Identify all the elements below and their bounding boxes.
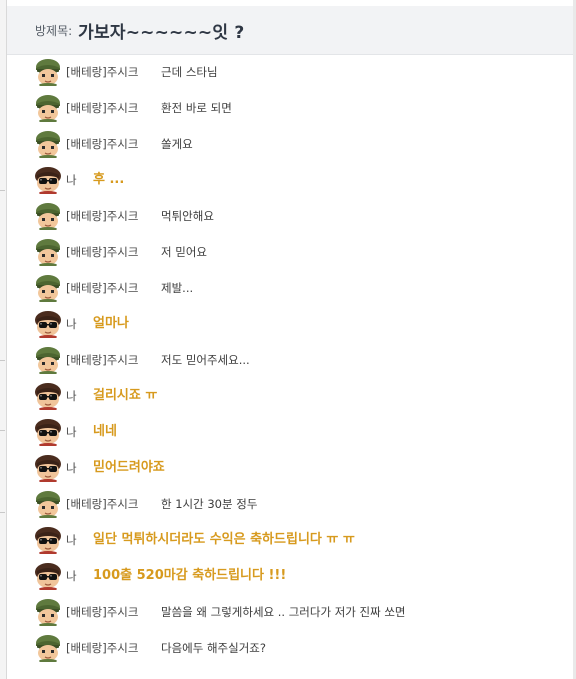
message-sender[interactable]: [배테랑]주시크 bbox=[66, 270, 138, 306]
message-sender[interactable]: [배테랑]주시크 bbox=[66, 486, 138, 522]
message-text: 후 ... bbox=[93, 172, 125, 187]
message-sender[interactable]: [배테랑]주시크 bbox=[66, 630, 138, 666]
message-sender[interactable]: 나 bbox=[66, 378, 77, 414]
other-message: [배테랑]주시크 환전 바로 되면 bbox=[7, 90, 573, 126]
message-sender[interactable]: 나 bbox=[66, 414, 77, 450]
message-text: 제발... bbox=[161, 281, 194, 295]
other-message: [배테랑]주시크 저 믿어요 bbox=[7, 234, 573, 270]
message-sender[interactable]: [배테랑]주시크 bbox=[66, 90, 138, 126]
my-message: 나 일단 먹튀하시더라도 수익은 축하드립니다 ㅠ ㅠ bbox=[7, 522, 573, 558]
sunglasses-avatar-icon[interactable] bbox=[33, 166, 63, 194]
left-edge-mark bbox=[0, 430, 5, 431]
message-text: 쏠게요 bbox=[161, 137, 193, 151]
soldier-avatar-icon[interactable] bbox=[33, 490, 63, 518]
other-message: [배테랑]주시크 다음에두 해주실거죠? bbox=[7, 630, 573, 666]
other-message: [배테랑]주시크 말씀을 왜 그렇게하세요 .. 그러다가 저가 진짜 쏘면 bbox=[7, 594, 573, 630]
other-message: [배테랑]주시크 쏠게요 bbox=[7, 126, 573, 162]
message-sender[interactable]: 나 bbox=[66, 558, 77, 594]
my-message: 나 100출 520마감 축하드립니다 !!! bbox=[7, 558, 573, 594]
message-sender[interactable]: 나 bbox=[66, 162, 77, 198]
sunglasses-avatar-icon[interactable] bbox=[33, 526, 63, 554]
message-text: 100출 520마감 축하드립니다 !!! bbox=[93, 568, 287, 583]
message-text: 먹튀안해요 bbox=[161, 209, 214, 223]
my-message: 나 걸리시죠 ㅠ bbox=[7, 378, 573, 414]
message-text: 한 1시간 30분 정두 bbox=[161, 497, 258, 511]
my-message: 나 얼마나 bbox=[7, 306, 573, 342]
sunglasses-avatar-icon[interactable] bbox=[33, 562, 63, 590]
message-text: 믿어드려야죠 bbox=[93, 460, 165, 475]
message-sender[interactable]: [배테랑]주시크 bbox=[66, 594, 138, 630]
soldier-avatar-icon[interactable] bbox=[33, 346, 63, 374]
soldier-avatar-icon[interactable] bbox=[33, 598, 63, 626]
my-message: 나 네네 bbox=[7, 414, 573, 450]
message-sender[interactable]: [배테랑]주시크 bbox=[66, 342, 138, 378]
other-message: [배테랑]주시크 근데 스타님 bbox=[7, 54, 573, 90]
message-text: 다음에두 해주실거죠? bbox=[161, 641, 266, 655]
room-title: 가보자~~~~~~잇 ? bbox=[78, 22, 245, 43]
other-message: [배테랑]주시크 먹튀안해요 bbox=[7, 198, 573, 234]
message-text: 일단 먹튀하시더라도 수익은 축하드립니다 ㅠ ㅠ bbox=[93, 532, 355, 547]
my-message: 나 후 ... bbox=[7, 162, 573, 198]
message-sender[interactable]: [배테랑]주시크 bbox=[66, 234, 138, 270]
message-text: 얼마나 bbox=[93, 316, 129, 331]
left-edge-mark bbox=[0, 512, 5, 513]
soldier-avatar-icon[interactable] bbox=[33, 58, 63, 86]
message-sender[interactable]: [배테랑]주시크 bbox=[66, 126, 138, 162]
left-edge-mark bbox=[0, 360, 5, 361]
message-text: 말씀을 왜 그렇게하세요 .. 그러다가 저가 진짜 쏘면 bbox=[161, 605, 406, 619]
sunglasses-avatar-icon[interactable] bbox=[33, 382, 63, 410]
message-list: [배테랑]주시크 근데 스타님 [배테랑]주시크 환전 바로 되면 [배테랑]주시크… bbox=[7, 54, 573, 666]
sunglasses-avatar-icon[interactable] bbox=[33, 454, 63, 482]
soldier-avatar-icon[interactable] bbox=[33, 634, 63, 662]
left-panel-edge bbox=[0, 0, 7, 679]
other-message: [배테랑]주시크 저도 믿어주세요... bbox=[7, 342, 573, 378]
my-message: 나 믿어드려야죠 bbox=[7, 450, 573, 486]
soldier-avatar-icon[interactable] bbox=[33, 274, 63, 302]
message-text: 저도 믿어주세요... bbox=[161, 353, 250, 367]
sunglasses-avatar-icon[interactable] bbox=[33, 310, 63, 338]
other-message: [배테랑]주시크 제발... bbox=[7, 270, 573, 306]
message-text: 환전 바로 되면 bbox=[161, 101, 232, 115]
left-edge-mark bbox=[0, 190, 5, 191]
message-text: 걸리시죠 ㅠ bbox=[93, 388, 158, 403]
sunglasses-avatar-icon[interactable] bbox=[33, 418, 63, 446]
message-sender[interactable]: [배테랑]주시크 bbox=[66, 54, 138, 90]
message-sender[interactable]: [배테랑]주시크 bbox=[66, 198, 138, 234]
chat-room-header: 방제목: 가보자~~~~~~잇 ? bbox=[7, 6, 573, 55]
message-sender[interactable]: 나 bbox=[66, 306, 77, 342]
other-message: [배테랑]주시크 한 1시간 30분 정두 bbox=[7, 486, 573, 522]
message-text: 네네 bbox=[93, 424, 117, 439]
message-text: 근데 스타님 bbox=[161, 65, 218, 79]
room-title-label: 방제목: bbox=[35, 23, 73, 38]
soldier-avatar-icon[interactable] bbox=[33, 202, 63, 230]
soldier-avatar-icon[interactable] bbox=[33, 130, 63, 158]
soldier-avatar-icon[interactable] bbox=[33, 238, 63, 266]
message-sender[interactable]: 나 bbox=[66, 450, 77, 486]
soldier-avatar-icon[interactable] bbox=[33, 94, 63, 122]
message-text: 저 믿어요 bbox=[161, 245, 207, 259]
message-sender[interactable]: 나 bbox=[66, 522, 77, 558]
chat-window: 방제목: 가보자~~~~~~잇 ? [배테랑]주시크 근데 스타님 [배테랑]주시… bbox=[0, 0, 576, 679]
